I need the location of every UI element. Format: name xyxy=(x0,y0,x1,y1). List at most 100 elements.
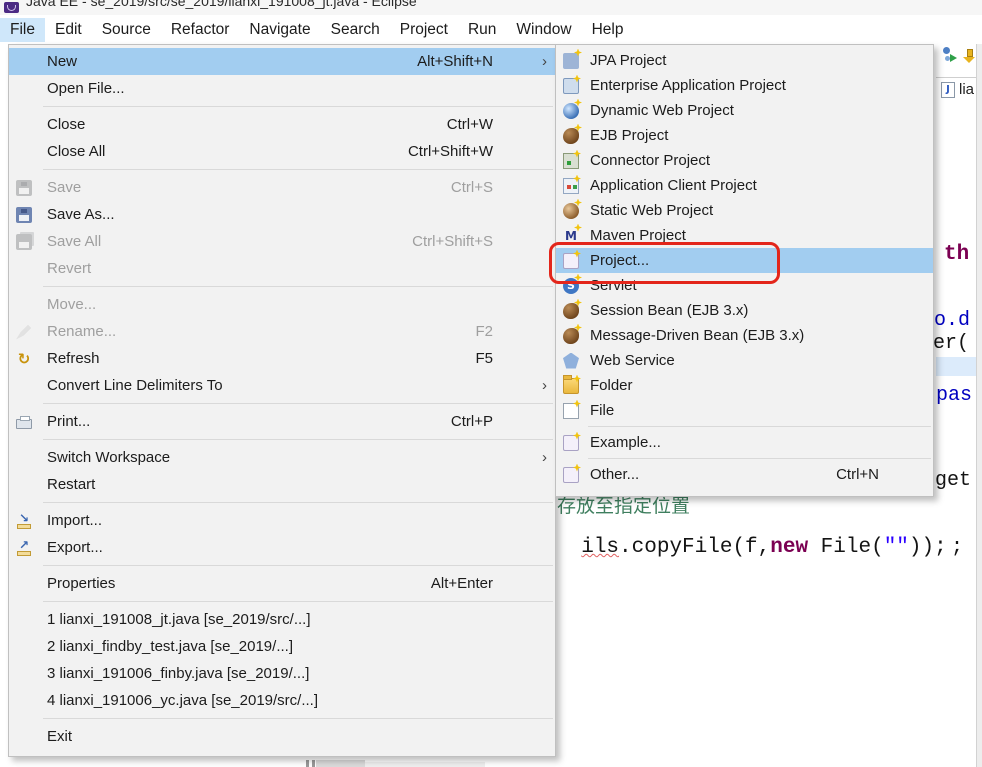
submenu-item-dynamic-web-project[interactable]: Dynamic Web Project xyxy=(556,98,933,123)
submenu-item-servlet[interactable]: S Servlet xyxy=(556,273,933,298)
submenu-item-file[interactable]: File xyxy=(556,398,933,423)
folder-icon xyxy=(563,378,579,394)
menubar-item-search[interactable]: Search xyxy=(321,18,390,42)
menu-item-close[interactable]: Close Ctrl+W xyxy=(9,111,555,138)
menu-separator xyxy=(43,106,553,107)
submenu-item-label: Servlet xyxy=(590,277,879,294)
menu-item-label: Print... xyxy=(47,413,451,430)
submenu-item-label: Enterprise Application Project xyxy=(590,77,879,94)
menu-item-new[interactable]: New Alt+Shift+N › xyxy=(9,48,555,75)
menu-item-print[interactable]: Print... Ctrl+P xyxy=(9,408,555,435)
menu-item-shortcut: F2 xyxy=(475,323,493,340)
menu-item-close-all[interactable]: Close All Ctrl+Shift+W xyxy=(9,138,555,165)
editor-tab[interactable]: J lia xyxy=(941,81,974,98)
menu-item-restart[interactable]: Restart xyxy=(9,471,555,498)
code-fragment-pas: pas xyxy=(936,384,972,407)
code-editor-line[interactable]: ils.copyFile(f,new File("")); xyxy=(556,513,947,559)
submenu-item-session-bean[interactable]: Session Bean (EJB 3.x) xyxy=(556,298,933,323)
submenu-item-web-service[interactable]: Web Service xyxy=(556,348,933,373)
menu-item-label: Import... xyxy=(47,512,493,529)
file-icon xyxy=(563,403,579,419)
menu-item-label: Close All xyxy=(47,143,408,160)
menu-separator xyxy=(43,502,553,503)
submenu-item-jpa-project[interactable]: JPA Project xyxy=(556,48,933,73)
menu-separator xyxy=(43,439,553,440)
menu-item-label: Move... xyxy=(47,296,493,313)
menu-item-save-all: Save All Ctrl+Shift+S xyxy=(9,228,555,255)
file-menu: New Alt+Shift+N › Open File... Close Ctr… xyxy=(8,44,556,757)
menu-item-label: Rename... xyxy=(47,323,475,340)
submenu-item-static-web-project[interactable]: Static Web Project xyxy=(556,198,933,223)
menubar-item-navigate[interactable]: Navigate xyxy=(239,18,320,42)
pencil-icon xyxy=(16,324,32,340)
export-icon: ↗ xyxy=(16,540,32,556)
menubar-item-help[interactable]: Help xyxy=(582,18,634,42)
submenu-item-example[interactable]: Example... xyxy=(556,430,933,455)
menubar-item-project[interactable]: Project xyxy=(390,18,458,42)
enterprise-app-icon xyxy=(563,78,579,94)
menu-item-label: 4 lianxi_191006_yc.java [se_2019/src/...… xyxy=(47,692,493,709)
menu-separator xyxy=(43,565,553,566)
menu-item-convert-line-delimiters[interactable]: Convert Line Delimiters To › xyxy=(9,372,555,399)
submenu-item-other[interactable]: Other... Ctrl+N xyxy=(556,462,933,487)
submenu-item-label: Maven Project xyxy=(590,227,879,244)
submenu-item-enterprise-application-project[interactable]: Enterprise Application Project xyxy=(556,73,933,98)
splitter-grip[interactable] xyxy=(306,760,315,767)
menu-separator xyxy=(43,718,553,719)
menu-item-save-as[interactable]: Save As... xyxy=(9,201,555,228)
submenu-item-label: Web Service xyxy=(590,352,879,369)
submenu-item-project[interactable]: Project... xyxy=(556,248,933,273)
menubar-item-edit[interactable]: Edit xyxy=(45,18,92,42)
menubar-item-run[interactable]: Run xyxy=(458,18,506,42)
current-line-highlight xyxy=(936,357,976,376)
menu-item-recent-file-2[interactable]: 2 lianxi_findby_test.java [se_2019/...] xyxy=(9,633,555,660)
menubar-item-window[interactable]: Window xyxy=(506,18,581,42)
refresh-icon: ↻ xyxy=(16,351,32,367)
menubar-item-file[interactable]: File xyxy=(0,18,45,42)
maven-icon: M xyxy=(563,228,579,244)
new-submenu: JPA Project Enterprise Application Proje… xyxy=(555,44,934,497)
menu-item-label: Open File... xyxy=(47,80,493,97)
menubar-item-refactor[interactable]: Refactor xyxy=(161,18,240,42)
person-green-arrow-icon[interactable] xyxy=(941,47,957,63)
submenu-item-connector-project[interactable]: Connector Project xyxy=(556,148,933,173)
menu-item-label: 2 lianxi_findby_test.java [se_2019/...] xyxy=(47,638,493,655)
menu-item-label: Properties xyxy=(47,575,431,592)
code-token-utils: ils xyxy=(581,536,619,559)
chevron-right-icon: › xyxy=(501,377,555,394)
menu-item-shortcut: Ctrl+Shift+W xyxy=(408,143,493,160)
menu-item-switch-workspace[interactable]: Switch Workspace › xyxy=(9,444,555,471)
submenu-item-folder[interactable]: Folder xyxy=(556,373,933,398)
menu-item-recent-file-1[interactable]: 1 lianxi_191008_jt.java [se_2019/src/...… xyxy=(9,606,555,633)
editor-tab-label: lia xyxy=(959,81,974,98)
menu-item-shortcut: F5 xyxy=(475,350,493,367)
yellow-down-arrow-icon[interactable] xyxy=(962,48,977,64)
submenu-item-maven-project[interactable]: M Maven Project xyxy=(556,223,933,248)
code-fragment-this: th xyxy=(944,243,969,266)
menu-item-label: Convert Line Delimiters To xyxy=(47,377,493,394)
menu-item-recent-file-4[interactable]: 4 lianxi_191006_yc.java [se_2019/src/...… xyxy=(9,687,555,714)
menu-item-recent-file-3[interactable]: 3 lianxi_191006_finby.java [se_2019/...] xyxy=(9,660,555,687)
code-token-close: )); xyxy=(909,536,947,559)
menu-item-exit[interactable]: Exit xyxy=(9,723,555,750)
menu-separator xyxy=(43,601,553,602)
dynamic-web-icon xyxy=(563,103,579,119)
submenu-item-label: Message-Driven Bean (EJB 3.x) xyxy=(590,327,879,344)
menu-item-export[interactable]: ↗ Export... xyxy=(9,534,555,561)
submenu-item-label: File xyxy=(590,402,879,419)
code-fragment-od: o.d xyxy=(934,309,970,332)
eclipse-logo-icon xyxy=(4,2,19,13)
menu-item-import[interactable]: ↘ Import... xyxy=(9,507,555,534)
submenu-item-message-driven-bean[interactable]: Message-Driven Bean (EJB 3.x) xyxy=(556,323,933,348)
menu-item-open-file[interactable]: Open File... xyxy=(9,75,555,102)
submenu-item-ejb-project[interactable]: EJB Project xyxy=(556,123,933,148)
editor-scrollbar-strip[interactable] xyxy=(976,44,982,767)
chevron-right-icon: › xyxy=(501,53,555,70)
menubar-item-source[interactable]: Source xyxy=(92,18,161,42)
submenu-item-application-client-project[interactable]: Application Client Project xyxy=(556,173,933,198)
menu-item-properties[interactable]: Properties Alt+Enter xyxy=(9,570,555,597)
floppy-disk-icon xyxy=(16,207,32,223)
message-bean-icon xyxy=(563,328,579,344)
menu-item-refresh[interactable]: ↻ Refresh F5 xyxy=(9,345,555,372)
tab-strip-divider xyxy=(936,77,976,78)
